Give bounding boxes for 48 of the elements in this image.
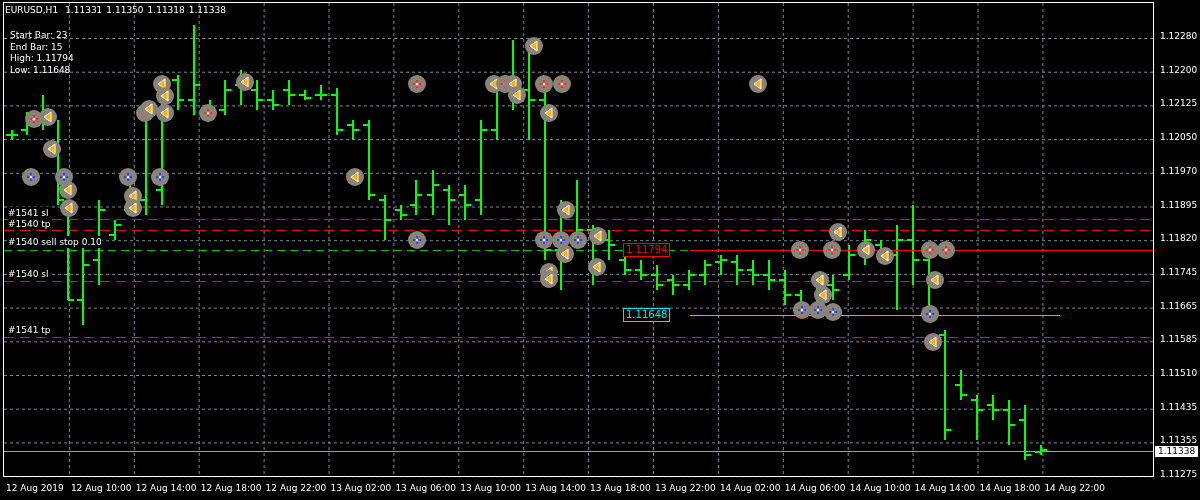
time-axis-label: 12 Aug 22:00 (265, 482, 327, 494)
time-axis-label: 12 Aug 14:00 (135, 482, 197, 494)
price-axis-label: 1.11275 (1160, 468, 1198, 481)
time-axis-label: 14 Aug 02:00 (719, 482, 781, 494)
time-axis-label: 13 Aug 14:00 (525, 482, 586, 494)
current-price-tag: 1.11338 (1155, 446, 1199, 457)
order-label: #1540 sl (8, 268, 49, 280)
price-axis-label: 1.12280 (1160, 30, 1198, 42)
order-label: #1541 tp (8, 324, 51, 336)
info-text: Low: 1.11648 (10, 64, 71, 77)
price-axis-label: 1.12125 (1160, 97, 1198, 110)
price-axis-label: 1.11820 (1160, 232, 1198, 245)
price-value: 1.11331 (65, 4, 103, 16)
price-axis-label: 1.12200 (1160, 63, 1198, 76)
price-axis-label: 1.11745 (1160, 265, 1198, 278)
time-axis-label: 13 Aug 22:00 (655, 482, 716, 494)
info-text: Start Bar: 23 (10, 29, 68, 41)
info-text: End Bar: 15 (10, 40, 63, 53)
price-value: 1.11338 (188, 4, 226, 16)
price-axis-label: 1.12050 (1160, 131, 1198, 144)
time-axis-label: 14 Aug 18:00 (979, 482, 1041, 494)
time-axis-label: 13 Aug 02:00 (330, 482, 392, 494)
time-axis-label: 14 Aug 06:00 (784, 482, 846, 494)
time-axis-label: 12 Aug 2019 (6, 482, 64, 494)
time-axis-label: 14 Aug 14:00 (914, 482, 976, 494)
price-tag: 1.11648 (623, 308, 671, 322)
price-axis-label: 1.11895 (1160, 198, 1198, 211)
chart-symbol: EURUSD,H1 (5, 4, 59, 16)
price-axis-label: 1.11665 (1160, 299, 1198, 312)
price-axis-label: 1.11970 (1160, 164, 1198, 177)
time-axis-label: 13 Aug 06:00 (395, 482, 457, 494)
price-axis-label: 1.11510 (1160, 367, 1198, 379)
time-axis-label: 12 Aug 10:00 (70, 482, 132, 494)
order-label: #1541 sl (8, 207, 49, 219)
price-tag: 1.11794 (623, 243, 671, 257)
price-value: 1.11350 (106, 4, 144, 16)
time-axis-label: 12 Aug 18:00 (200, 482, 262, 494)
price-axis-label: 1.11355 (1160, 434, 1198, 447)
order-label: #1540 sell stop 0.10 (8, 236, 102, 248)
order-label: #1540 tp (8, 218, 51, 230)
info-text: High: 1.11794 (10, 52, 74, 65)
time-axis-label: 13 Aug 10:00 (460, 482, 521, 494)
price-value: 1.11318 (147, 4, 185, 16)
time-axis-label: 14 Aug 10:00 (849, 482, 911, 494)
time-axis-label: 13 Aug 18:00 (590, 482, 651, 494)
price-axis-label: 1.11435 (1160, 400, 1198, 413)
price-axis-label: 1.11585 (1160, 333, 1198, 346)
time-axis-label: 14 Aug 22:00 (1044, 482, 1106, 494)
